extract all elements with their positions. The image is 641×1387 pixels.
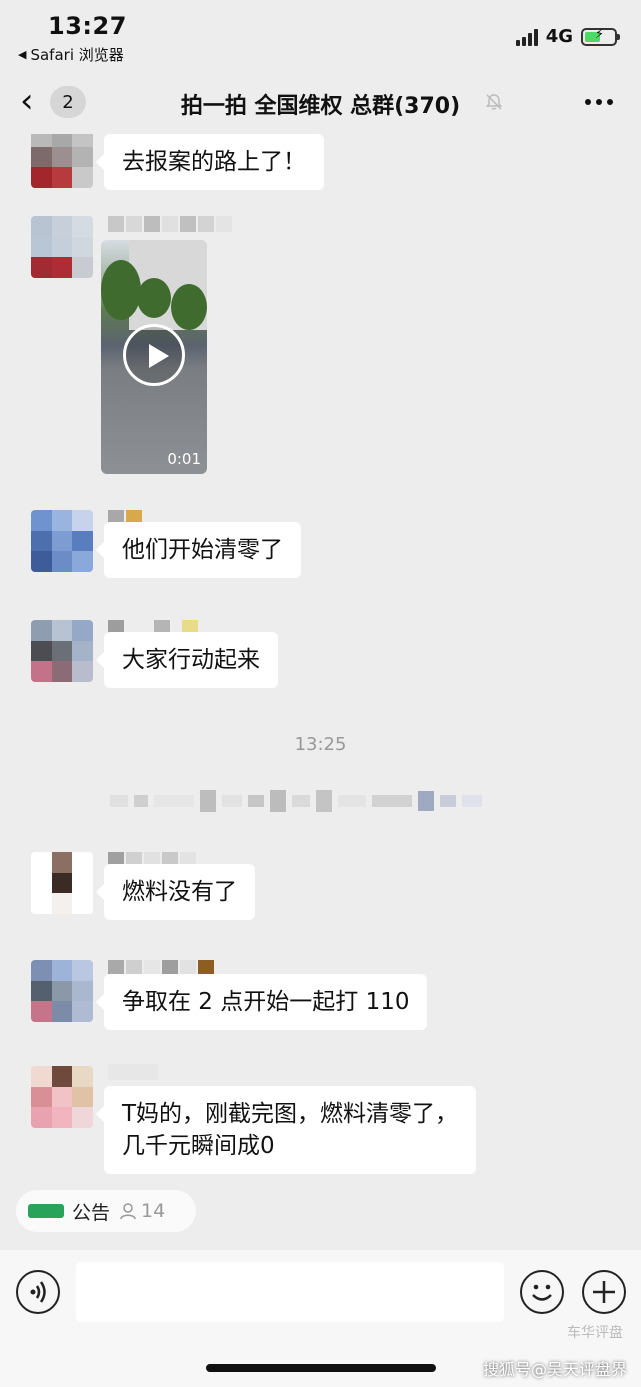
signal-icon [515, 28, 538, 46]
plus-icon [593, 1281, 615, 1303]
video-message[interactable]: 0:01 [101, 240, 207, 474]
member-count: 14 [118, 1200, 165, 1222]
emoji-icon [532, 1284, 552, 1301]
message-bubble[interactable]: T妈的，刚截完图，燃料清零了， 几千元瞬间成0 [95, 1086, 477, 1174]
announcement-tag [28, 1204, 64, 1218]
battery-icon: ⚡ [581, 27, 620, 46]
announcement-label: 公告 [72, 1201, 111, 1224]
message-input[interactable] [76, 1262, 504, 1322]
chat-area[interactable]: 去报案的路上了！ 0:01 他们开始清零了 大家行动起来 13:25 燃料没有了… [0, 134, 641, 1174]
avatar[interactable] [31, 1066, 93, 1128]
watermark-faded: 车华评盘 [567, 1325, 623, 1341]
back-app-label: Safari 浏览器 [30, 46, 124, 64]
watermark: 搜狐号@吴天评盘界 [482, 1360, 627, 1379]
mute-bell-icon [486, 94, 502, 110]
voice-icon [30, 1281, 46, 1303]
more-options-icon[interactable] [585, 99, 613, 105]
sender-name [108, 1064, 158, 1080]
announcement-pill[interactable]: 公告 14 [16, 1190, 196, 1232]
chat-title: 拍一拍 全国维权 总群(370) [180, 94, 461, 119]
avatar[interactable] [31, 216, 93, 278]
back-triangle-icon: ◀ [18, 48, 27, 61]
avatar[interactable] [31, 134, 93, 188]
message-timestamp: 13:25 [294, 734, 347, 755]
avatar[interactable] [31, 960, 93, 1022]
video-duration: 0:01 [167, 450, 201, 468]
back-to-app-link[interactable]: ◀ Safari 浏览器 [18, 44, 124, 65]
message-bubble[interactable]: 去报案的路上了！ [96, 134, 324, 190]
network-type: 4G [545, 26, 573, 47]
status-indicators: 4G ⚡ [515, 26, 620, 47]
message-bubble[interactable]: 争取在 2 点开始一起打 110 [95, 974, 428, 1030]
system-notice [110, 790, 482, 812]
emoji-button[interactable] [520, 1270, 564, 1314]
avatar[interactable] [31, 620, 93, 682]
status-time: 13:27 [48, 12, 127, 40]
person-icon [120, 1203, 136, 1220]
avatar[interactable] [31, 852, 93, 914]
more-actions-button[interactable] [582, 1270, 626, 1314]
home-indicator[interactable] [206, 1364, 436, 1372]
message-bubble[interactable]: 他们开始清零了 [96, 522, 301, 578]
avatar[interactable] [31, 510, 93, 572]
message-bubble[interactable]: 大家行动起来 [96, 632, 278, 688]
play-icon[interactable] [123, 324, 185, 386]
sender-name [108, 216, 232, 232]
message-bubble[interactable]: 燃料没有了 [96, 864, 255, 920]
voice-input-button[interactable] [16, 1270, 60, 1314]
member-count-value: 14 [141, 1200, 166, 1222]
